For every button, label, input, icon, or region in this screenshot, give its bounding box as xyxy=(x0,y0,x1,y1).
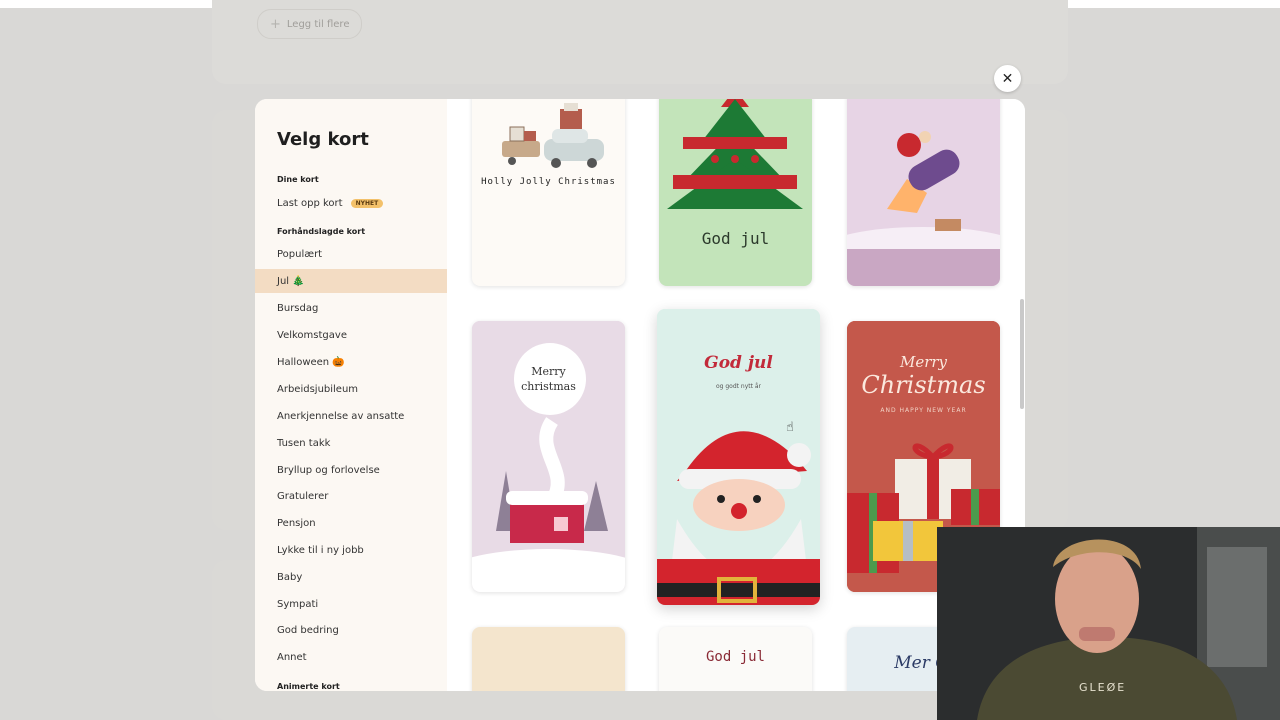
category-item[interactable]: Bursdag xyxy=(255,296,447,320)
upload-card-item[interactable]: Last opp kort NYHET xyxy=(255,191,447,215)
add-more-label: Legg til flere xyxy=(286,18,350,30)
card-caption-line1: Merry xyxy=(899,353,948,371)
card-title: God jul xyxy=(704,353,773,373)
upload-card-label: Last opp kort xyxy=(277,197,343,209)
category-item[interactable]: Arbeidsjubileum xyxy=(255,377,447,401)
category-item[interactable]: Anerkjennelse av ansatte xyxy=(255,404,447,428)
category-item[interactable]: Sympati xyxy=(255,592,447,616)
category-item[interactable]: Populært xyxy=(255,242,447,266)
modal-title: Velg kort xyxy=(277,129,369,150)
hand-cursor-icon: ☝ xyxy=(786,420,794,435)
card-santa-rocket[interactable] xyxy=(847,99,1000,286)
category-sidebar: Velg kort Dine kort Last opp kort NYHET … xyxy=(255,99,447,691)
section-animated-cards: Animerte kort xyxy=(277,682,340,691)
card-santa-face[interactable]: God jul og godt nytt år xyxy=(657,309,820,605)
section-premade-cards: Forhåndslagde kort xyxy=(277,227,366,236)
category-item[interactable]: Pensjon xyxy=(255,511,447,535)
add-more-button[interactable]: + Legg til flere xyxy=(257,9,363,39)
category-item-active[interactable]: Jul 🎄 xyxy=(255,269,447,293)
card-caption: God jul xyxy=(701,229,770,248)
category-item[interactable]: God bedring xyxy=(255,618,447,642)
category-item[interactable]: Tusen takk xyxy=(255,431,447,455)
plus-icon: + xyxy=(270,16,281,32)
card-subtitle: og godt nytt år xyxy=(715,383,762,390)
card-god-jul-tree[interactable]: God jul xyxy=(659,99,812,286)
card-caption-line2: Christmas xyxy=(861,371,986,399)
category-item[interactable]: Bryllup og forlovelse xyxy=(255,458,447,482)
santa-rocket-illustration xyxy=(847,99,1000,271)
category-item[interactable]: Gratulerer xyxy=(255,484,447,508)
section-your-cards: Dine kort xyxy=(277,175,319,184)
category-item[interactable]: Lykke til i ny jobb xyxy=(255,538,447,562)
card-caption-line1: Merry xyxy=(531,365,566,378)
tree-illustration xyxy=(667,99,803,209)
card-caption-line3: AND HAPPY NEW YEAR xyxy=(880,407,967,414)
category-item[interactable]: Annet xyxy=(255,645,447,669)
close-modal-button[interactable]: ✕ xyxy=(994,65,1021,92)
new-badge: NYHET xyxy=(350,198,384,208)
card-caption: Holly Jolly Christmas xyxy=(481,177,616,187)
card-merry-christmas-house[interactable]: Merry christmas xyxy=(472,321,625,592)
card-caption: God jul xyxy=(705,649,765,665)
category-item[interactable]: Halloween 🎃 xyxy=(255,350,447,374)
house-illustration xyxy=(472,321,625,592)
card-holly-jolly[interactable]: Holly Jolly Christmas xyxy=(472,99,625,286)
sweater-logo: GLEØE xyxy=(1079,681,1127,694)
close-icon: ✕ xyxy=(1001,70,1014,87)
webcam-overlay: GLEØE xyxy=(937,527,1280,720)
card-god-jul-plain[interactable]: God jul xyxy=(659,627,812,691)
category-item[interactable]: Velkomstgave xyxy=(255,323,447,347)
card-caption-line2: christmas xyxy=(521,380,576,393)
select-card-modal: Velg kort Dine kort Last opp kort NYHET … xyxy=(255,99,1025,691)
card-grid-scrollbar[interactable] xyxy=(1020,299,1024,409)
category-item[interactable]: Baby xyxy=(255,565,447,589)
card-plain-beige[interactable] xyxy=(472,627,625,691)
